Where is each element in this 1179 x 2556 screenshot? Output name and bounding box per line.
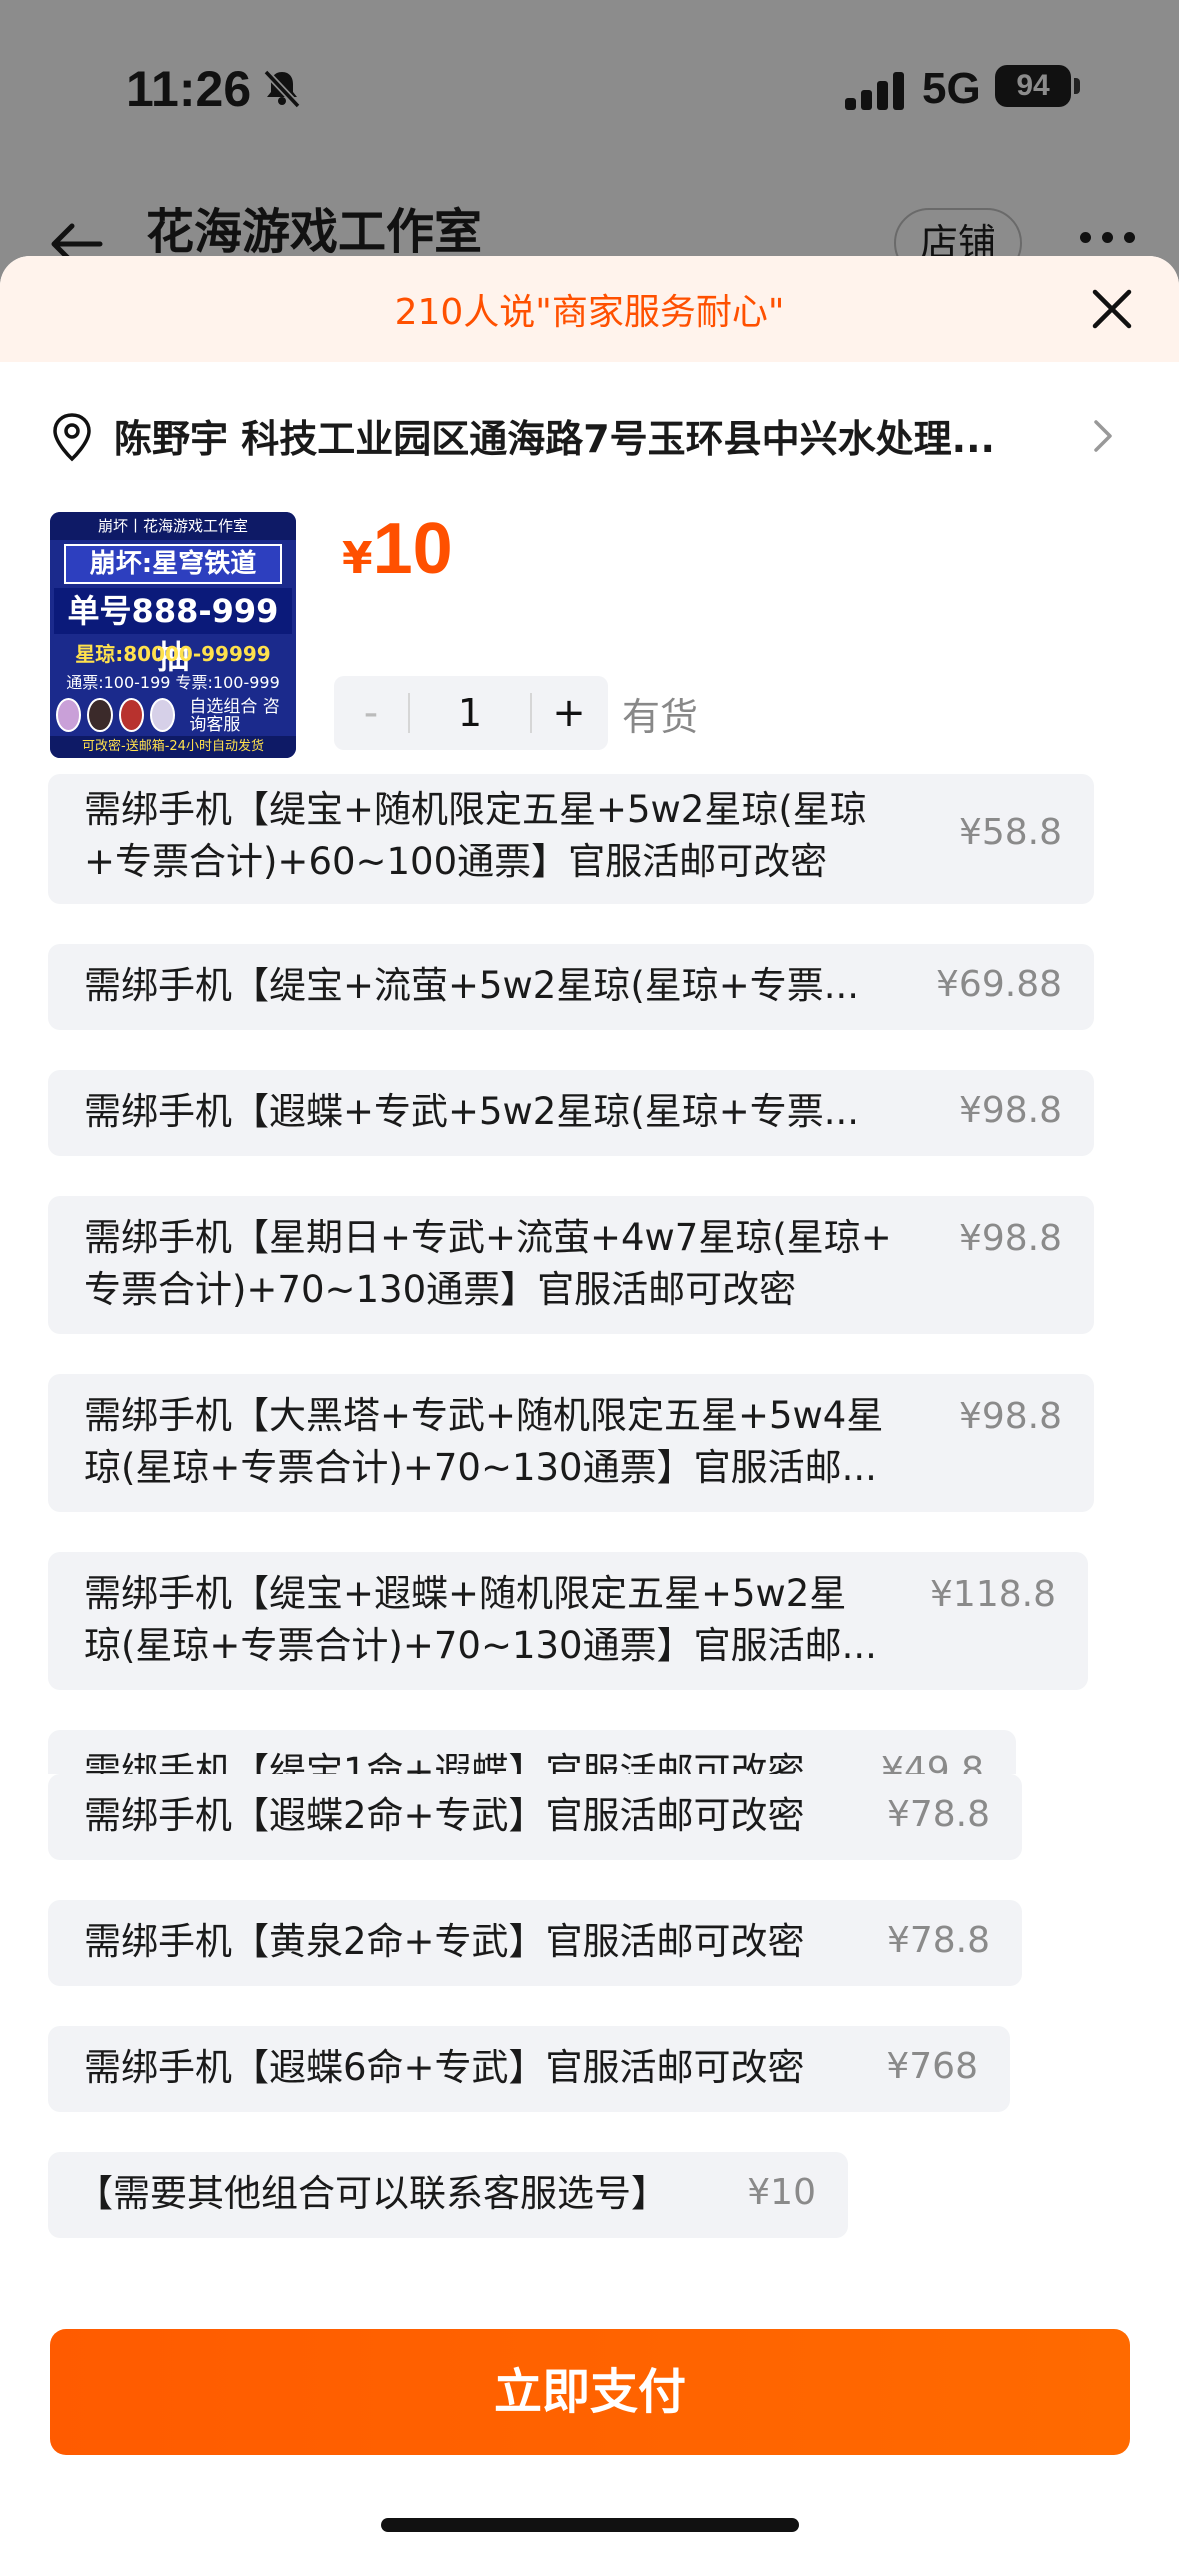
thumb-footer-label: 可改密-送邮箱-24小时自动发货 — [50, 736, 296, 758]
thumb-game-label: 崩坏:星穹铁道 — [64, 544, 282, 584]
sku-option-price: ¥58.8 — [958, 812, 1062, 853]
sku-option[interactable]: 需绑手机【大黑塔+专武+随机限定五星+5w4星 琼(星琼+专票合计)+70~130… — [48, 1374, 1094, 1512]
sku-option[interactable]: 需绑手机【缇宝+随机限定五星+5w2星琼(星琼 +专票合计)+60~100通票】官… — [48, 774, 1094, 904]
sku-option-list: 需绑手机【缇宝+随机限定五星+5w2星琼(星琼 +专票合计)+60~100通票】官… — [0, 774, 1179, 1774]
sku-option-price: ¥78.8 — [886, 1920, 990, 1961]
sku-option-list-continued: 需绑手机【遐蝶2命+专武】官服活邮可改密 ¥78.8 需绑手机【黄泉2命+专武】… — [0, 1774, 1179, 2314]
address-row[interactable]: 陈野宇 科技工业园区通海路7号玉环县中兴水处理... — [0, 398, 1179, 472]
thumb-pass-label: 通票:100-199 专票:100-999 — [66, 673, 280, 692]
sku-option[interactable]: 需绑手机【缇宝+流萤+5w2星琼(星琼+专票... ¥69.88 — [48, 944, 1094, 1030]
banner-text: 210人说"商家服务耐心" — [394, 292, 785, 333]
thumb-star-label: 星琼:80000-99999 — [75, 642, 271, 666]
sku-option[interactable]: 需绑手机【遐蝶6命+专武】官服活邮可改密 ¥768 — [48, 2026, 1010, 2112]
avatar — [87, 698, 113, 732]
battery-icon: 94 — [995, 65, 1071, 107]
stock-status: 有货 — [622, 695, 699, 739]
pay-now-button[interactable]: 立即支付 — [50, 2329, 1130, 2455]
sku-option-label: 【需要其他组合可以联系客服选号】 — [76, 2172, 668, 2215]
sku-option-price: ¥10 — [747, 2172, 816, 2213]
sku-option[interactable]: 需绑手机【遐蝶2命+专武】官服活邮可改密 ¥78.8 — [48, 1774, 1022, 1860]
sku-option[interactable]: 需绑手机【缇宝+遐蝶+随机限定五星+5w2星 琼(星琼+专票合计)+70~130通… — [48, 1552, 1088, 1690]
increment-button[interactable]: + — [532, 690, 606, 736]
address-text: 陈野宇 科技工业园区通海路7号玉环县中兴水处理... — [114, 417, 995, 461]
sku-option-label: 需绑手机【缇宝1命+遐蝶】官服活邮可改密 — [84, 1750, 805, 1774]
sku-option-price: ¥118.8 — [930, 1574, 1056, 1615]
signal-icon — [845, 70, 905, 110]
price-value: 10 — [372, 509, 453, 589]
decrement-button[interactable]: - — [334, 690, 408, 736]
sku-option-label: 需绑手机【缇宝+遐蝶+随机限定五星+5w2星 琼(星琼+专票合计)+70~130通… — [84, 1572, 877, 1667]
avatar — [56, 698, 82, 732]
sku-option-label: 需绑手机【大黑塔+专武+随机限定五星+5w4星 琼(星琼+专票合计)+70~130… — [84, 1394, 884, 1489]
sku-option[interactable]: 需绑手机【黄泉2命+专武】官服活邮可改密 ¥78.8 — [48, 1900, 1022, 1986]
network-type: 5G — [922, 64, 981, 113]
battery-tip — [1074, 78, 1080, 94]
sku-option-label: 需绑手机【遐蝶2命+专武】官服活邮可改密 — [84, 1794, 805, 1837]
sku-option-label: 需绑手机【缇宝+流萤+5w2星琼(星琼+专票... — [84, 964, 860, 1007]
purchase-sheet: 210人说"商家服务耐心" 陈野宇 科技工业园区通海路7号玉环县中兴水处理...… — [0, 256, 1179, 2556]
home-indicator — [381, 2518, 799, 2532]
sku-option-price: ¥98.8 — [958, 1090, 1062, 1131]
sku-option[interactable]: 需绑手机【缇宝1命+遐蝶】官服活邮可改密 ¥49.8 — [48, 1730, 1016, 1774]
sku-option-price: ¥98.8 — [958, 1396, 1062, 1437]
status-time: 11:26 — [126, 61, 252, 117]
product-thumbnail[interactable]: 崩坏丨花海游戏工作室 崩坏:星穹铁道 单号888-999抽 星琼:80000-9… — [50, 512, 296, 758]
sku-option-label: 需绑手机【星期日+专武+流萤+4w7星琼(星琼+ 专票合计)+70~130通票】官… — [84, 1216, 892, 1311]
avatar — [118, 698, 145, 732]
thumb-number-label: 单号888-999抽 — [54, 588, 292, 676]
currency-symbol: ¥ — [342, 533, 373, 584]
location-pin-icon — [53, 413, 91, 462]
quantity-stepper: - 1 + — [334, 676, 608, 750]
sku-option-price: ¥98.8 — [958, 1218, 1062, 1259]
thumb-top-label: 崩坏丨花海游戏工作室 — [50, 512, 296, 540]
shop-title: 花海游戏工作室 — [146, 204, 483, 260]
status-bar: 11:26 5G 94 — [0, 0, 1179, 170]
quantity-value[interactable]: 1 — [410, 691, 530, 735]
service-banner: 210人说"商家服务耐心" — [0, 256, 1179, 362]
sku-option-label: 需绑手机【遐蝶+专武+5w2星琼(星琼+专票... — [84, 1090, 860, 1133]
sku-option-price: ¥69.88 — [936, 964, 1062, 1005]
chevron-right-icon — [1094, 420, 1112, 452]
sku-option[interactable]: 【需要其他组合可以联系客服选号】 ¥10 — [48, 2152, 848, 2238]
close-icon[interactable] — [1089, 286, 1135, 332]
sku-option-label: 需绑手机【黄泉2命+专武】官服活邮可改密 — [84, 1920, 805, 1963]
sku-option-label: 需绑手机【缇宝+随机限定五星+5w2星琼(星琼 +专票合计)+60~100通票】官… — [84, 788, 867, 883]
sku-option-price: ¥768 — [886, 2046, 978, 2087]
sku-option-price: ¥49.8 — [880, 1750, 984, 1774]
sku-option[interactable]: 需绑手机【星期日+专武+流萤+4w7星琼(星琼+ 专票合计)+70~130通票】官… — [48, 1196, 1094, 1334]
sku-option-label: 需绑手机【遐蝶6命+专武】官服活邮可改密 — [84, 2046, 805, 2089]
product-price: ¥10 — [342, 508, 453, 590]
bell-muted-icon — [263, 69, 301, 109]
thumb-side-label: 自选组合 咨询客服 — [189, 697, 280, 735]
sku-option[interactable]: 需绑手机【遐蝶+专武+5w2星琼(星琼+专票... ¥98.8 — [48, 1070, 1094, 1156]
avatar — [150, 698, 176, 732]
sku-option-price: ¥78.8 — [886, 1794, 990, 1835]
more-icon[interactable] — [1080, 232, 1136, 248]
thumb-avatars: 自选组合 咨询客服 — [56, 698, 290, 734]
